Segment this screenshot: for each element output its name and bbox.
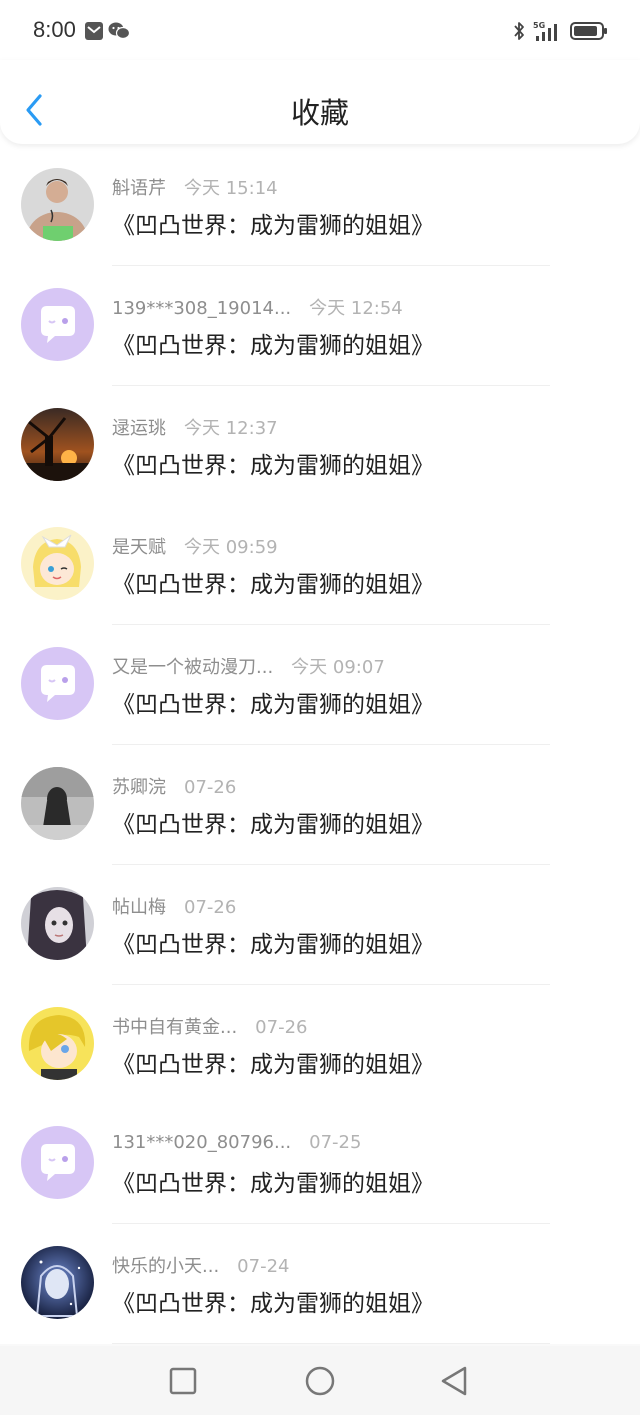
- avatar[interactable]: [21, 647, 94, 721]
- item-meta: 139***308_19014... 今天 12:54: [112, 294, 403, 320]
- favorite-list-item[interactable]: 斛语芹 今天 15:14 《凹凸世界：成为雷狮的姐姐》: [0, 146, 640, 266]
- avatar[interactable]: [21, 1246, 94, 1320]
- item-meta: 快乐的小天... 07-24: [112, 1252, 289, 1278]
- timestamp: 今天 12:54: [309, 297, 403, 319]
- item-meta: 苏卿浣 07-26: [112, 773, 236, 799]
- user-name: 是天赋: [112, 537, 166, 559]
- system-nav-bar: [0, 1346, 640, 1415]
- book-title: 《凹凸世界：成为雷狮的姐姐》: [112, 812, 434, 838]
- favorite-list-item[interactable]: 131***020_80796... 07-25 《凹凸世界：成为雷狮的姐姐》: [0, 1104, 640, 1225]
- book-title: 《凹凸世界：成为雷狮的姐姐》: [112, 572, 434, 599]
- book-title: 《凹凸世界：成为雷狮的姐姐》: [112, 332, 434, 359]
- battery-icon: [570, 21, 608, 45]
- favorite-list-item[interactable]: 又是一个被动漫刀... 今天 09:07 《凹凸世界：成为雷狮的姐姐》: [0, 625, 640, 746]
- user-name: 书中自有黄金...: [112, 1016, 238, 1038]
- avatar[interactable]: [21, 407, 94, 481]
- bluetooth-icon: [512, 20, 526, 46]
- status-bar: 8:00 5G: [0, 0, 640, 60]
- avatar[interactable]: [21, 886, 94, 960]
- timestamp: 今天 12:37: [184, 417, 278, 439]
- back-triangle-icon: [441, 1366, 467, 1396]
- signal-5g-icon: 5G: [532, 19, 564, 47]
- divider: [112, 1343, 550, 1345]
- avatar[interactable]: [21, 1006, 94, 1080]
- wechat-icon: [108, 21, 131, 45]
- user-name: 帖山梅: [112, 896, 166, 918]
- timestamp: 今天 09:59: [184, 537, 278, 559]
- timestamp: 07-24: [237, 1256, 290, 1278]
- user-name: 又是一个被动漫刀...: [112, 657, 274, 679]
- avatar[interactable]: [21, 1126, 94, 1200]
- avatar[interactable]: [21, 168, 94, 241]
- book-title: 《凹凸世界：成为雷狮的姐姐》: [112, 1051, 434, 1078]
- recent-apps-button[interactable]: [166, 1364, 200, 1398]
- user-name: 139***308_19014...: [112, 297, 292, 319]
- item-meta: 是天赋 今天 09:59: [112, 533, 278, 559]
- timestamp: 今天 09:07: [291, 657, 385, 679]
- user-name: 斛语芹: [112, 178, 166, 199]
- user-name: 131***020_80796...: [112, 1132, 292, 1154]
- book-title: 《凹凸世界：成为雷狮的姐姐》: [112, 1171, 434, 1198]
- book-title: 《凹凸世界：成为雷狮的姐姐》: [112, 931, 434, 958]
- book-title: 《凹凸世界：成为雷狮的姐姐》: [112, 692, 434, 719]
- item-meta: 斛语芹 今天 15:14: [112, 174, 278, 200]
- timestamp: 07-26: [184, 777, 237, 798]
- avatar[interactable]: [21, 767, 94, 840]
- favorite-list-item[interactable]: 书中自有黄金... 07-26 《凹凸世界：成为雷狮的姐姐》: [0, 984, 640, 1105]
- network-label: 5G: [533, 21, 545, 30]
- favorite-list-item[interactable]: 逯运珧 今天 12:37 《凹凸世界：成为雷狮的姐姐》: [0, 385, 640, 506]
- favorite-list-item[interactable]: 是天赋 今天 09:59 《凹凸世界：成为雷狮的姐姐》: [0, 505, 640, 626]
- item-meta: 逯运珧 今天 12:37: [112, 414, 278, 440]
- timestamp: 07-26: [255, 1016, 308, 1038]
- user-name: 苏卿浣: [112, 777, 166, 798]
- timestamp: 今天 15:14: [184, 178, 278, 199]
- favorites-list: 斛语芹 今天 15:14 《凹凸世界：成为雷狮的姐姐》 139***308_19014…: [0, 146, 640, 1346]
- message-icon: [84, 21, 104, 45]
- book-title: 《凹凸世界：成为雷狮的姐姐》: [112, 452, 434, 479]
- item-meta: 又是一个被动漫刀... 今天 09:07: [112, 653, 385, 679]
- recent-apps-icon: [169, 1367, 197, 1395]
- item-meta: 帖山梅 07-26: [112, 893, 236, 919]
- favorite-list-item[interactable]: 帖山梅 07-26 《凹凸世界：成为雷狮的姐姐》: [0, 864, 640, 985]
- timestamp: 07-26: [184, 896, 237, 918]
- favorite-list-item[interactable]: 苏卿浣 07-26 《凹凸世界：成为雷狮的姐姐》: [0, 745, 640, 865]
- avatar[interactable]: [21, 287, 94, 361]
- user-name: 逯运珧: [112, 417, 166, 439]
- book-title: 《凹凸世界：成为雷狮的姐姐》: [112, 213, 434, 239]
- avatar[interactable]: [21, 527, 94, 601]
- timestamp: 07-25: [309, 1132, 362, 1154]
- favorite-list-item[interactable]: 快乐的小天... 07-24 《凹凸世界：成为雷狮的姐姐》: [0, 1224, 640, 1345]
- home-button[interactable]: [303, 1364, 337, 1398]
- item-meta: 书中自有黄金... 07-26: [112, 1013, 307, 1039]
- book-title: 《凹凸世界：成为雷狮的姐姐》: [112, 1291, 434, 1318]
- status-time: 8:00: [33, 17, 76, 42]
- item-meta: 131***020_80796... 07-25: [112, 1132, 361, 1158]
- page-title: 收藏: [290, 96, 349, 130]
- user-name: 快乐的小天...: [112, 1256, 220, 1278]
- favorite-list-item[interactable]: 139***308_19014... 今天 12:54 《凹凸世界：成为雷狮的姐姐》: [0, 265, 640, 386]
- home-icon: [305, 1366, 335, 1396]
- header-bar: 收藏: [0, 60, 640, 144]
- system-back-button[interactable]: [438, 1364, 472, 1398]
